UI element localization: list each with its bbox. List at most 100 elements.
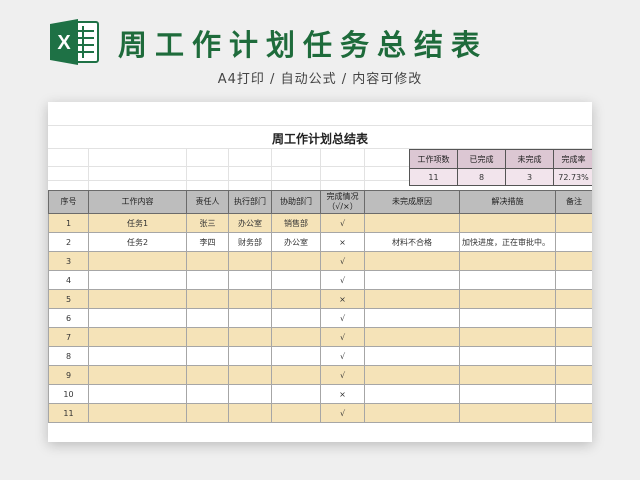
remark-cell[interactable]: [555, 251, 592, 271]
measure-cell[interactable]: [459, 270, 556, 290]
status-cell[interactable]: √: [320, 346, 365, 366]
content-cell[interactable]: [88, 346, 187, 366]
summary-done-cell[interactable]: 8: [457, 168, 506, 186]
owner-cell[interactable]: [186, 384, 229, 404]
content-cell[interactable]: [88, 327, 187, 347]
reason-cell[interactable]: [364, 213, 460, 233]
owner-cell[interactable]: [186, 270, 229, 290]
seq-cell[interactable]: 6: [48, 308, 89, 328]
seq-cell[interactable]: 8: [48, 346, 89, 366]
measure-cell[interactable]: [459, 308, 556, 328]
content-cell[interactable]: [88, 384, 187, 404]
owner-cell[interactable]: 张三: [186, 213, 229, 233]
remark-cell[interactable]: [555, 365, 592, 385]
seq-cell[interactable]: 5: [48, 289, 89, 309]
owner-cell[interactable]: [186, 403, 229, 423]
status-cell[interactable]: √: [320, 365, 365, 385]
remark-cell[interactable]: [555, 213, 592, 233]
reason-cell[interactable]: [364, 403, 460, 423]
content-cell[interactable]: [88, 308, 187, 328]
exec-dept-cell[interactable]: 财务部: [228, 232, 272, 252]
summary-undone-cell[interactable]: 3: [505, 168, 554, 186]
measure-cell[interactable]: [459, 289, 556, 309]
assist-dept-cell[interactable]: [271, 403, 321, 423]
content-cell[interactable]: [88, 365, 187, 385]
owner-cell[interactable]: [186, 346, 229, 366]
exec-dept-cell[interactable]: [228, 346, 272, 366]
owner-cell[interactable]: [186, 308, 229, 328]
seq-cell[interactable]: 9: [48, 365, 89, 385]
seq-cell[interactable]: 3: [48, 251, 89, 271]
content-cell[interactable]: 任务1: [88, 213, 187, 233]
content-cell[interactable]: [88, 289, 187, 309]
assist-dept-cell[interactable]: [271, 365, 321, 385]
exec-dept-cell[interactable]: [228, 384, 272, 404]
assist-dept-cell[interactable]: [271, 270, 321, 290]
remark-cell[interactable]: [555, 270, 592, 290]
content-cell[interactable]: 任务2: [88, 232, 187, 252]
assist-dept-cell[interactable]: [271, 384, 321, 404]
assist-dept-cell[interactable]: [271, 346, 321, 366]
seq-cell[interactable]: 2: [48, 232, 89, 252]
assist-dept-cell[interactable]: 办公室: [271, 232, 321, 252]
measure-cell[interactable]: [459, 346, 556, 366]
reason-cell[interactable]: [364, 289, 460, 309]
content-cell[interactable]: [88, 251, 187, 271]
measure-cell[interactable]: [459, 213, 556, 233]
measure-cell[interactable]: [459, 327, 556, 347]
seq-cell[interactable]: 4: [48, 270, 89, 290]
exec-dept-cell[interactable]: [228, 403, 272, 423]
remark-cell[interactable]: [555, 403, 592, 423]
owner-cell[interactable]: 李四: [186, 232, 229, 252]
remark-cell[interactable]: [555, 289, 592, 309]
summary-rate-cell[interactable]: 72.73%: [553, 168, 592, 186]
status-cell[interactable]: √: [320, 403, 365, 423]
assist-dept-cell[interactable]: [271, 289, 321, 309]
reason-cell[interactable]: [364, 327, 460, 347]
assist-dept-cell[interactable]: [271, 308, 321, 328]
status-cell[interactable]: ×: [320, 289, 365, 309]
content-cell[interactable]: [88, 270, 187, 290]
content-cell[interactable]: [88, 403, 187, 423]
seq-cell[interactable]: 11: [48, 403, 89, 423]
measure-cell[interactable]: 加快进度，正在审批中。: [459, 232, 556, 252]
exec-dept-cell[interactable]: [228, 289, 272, 309]
status-cell[interactable]: ×: [320, 384, 365, 404]
assist-dept-cell[interactable]: [271, 327, 321, 347]
reason-cell[interactable]: [364, 270, 460, 290]
exec-dept-cell[interactable]: [228, 327, 272, 347]
assist-dept-cell[interactable]: [271, 251, 321, 271]
seq-cell[interactable]: 1: [48, 213, 89, 233]
reason-cell[interactable]: [364, 308, 460, 328]
status-cell[interactable]: √: [320, 308, 365, 328]
remark-cell[interactable]: [555, 308, 592, 328]
reason-cell[interactable]: 材料不合格: [364, 232, 460, 252]
status-cell[interactable]: √: [320, 251, 365, 271]
remark-cell[interactable]: [555, 384, 592, 404]
status-cell[interactable]: √: [320, 327, 365, 347]
assist-dept-cell[interactable]: 销售部: [271, 213, 321, 233]
measure-cell[interactable]: [459, 365, 556, 385]
reason-cell[interactable]: [364, 365, 460, 385]
exec-dept-cell[interactable]: [228, 251, 272, 271]
reason-cell[interactable]: [364, 346, 460, 366]
owner-cell[interactable]: [186, 289, 229, 309]
reason-cell[interactable]: [364, 384, 460, 404]
remark-cell[interactable]: [555, 327, 592, 347]
reason-cell[interactable]: [364, 251, 460, 271]
status-cell[interactable]: √: [320, 213, 365, 233]
owner-cell[interactable]: [186, 365, 229, 385]
seq-cell[interactable]: 10: [48, 384, 89, 404]
status-cell[interactable]: √: [320, 270, 365, 290]
summary-total-cell[interactable]: 11: [409, 168, 458, 186]
exec-dept-cell[interactable]: [228, 308, 272, 328]
measure-cell[interactable]: [459, 384, 556, 404]
seq-cell[interactable]: 7: [48, 327, 89, 347]
exec-dept-cell[interactable]: [228, 270, 272, 290]
owner-cell[interactable]: [186, 327, 229, 347]
measure-cell[interactable]: [459, 403, 556, 423]
remark-cell[interactable]: [555, 232, 592, 252]
exec-dept-cell[interactable]: [228, 365, 272, 385]
exec-dept-cell[interactable]: 办公室: [228, 213, 272, 233]
remark-cell[interactable]: [555, 346, 592, 366]
